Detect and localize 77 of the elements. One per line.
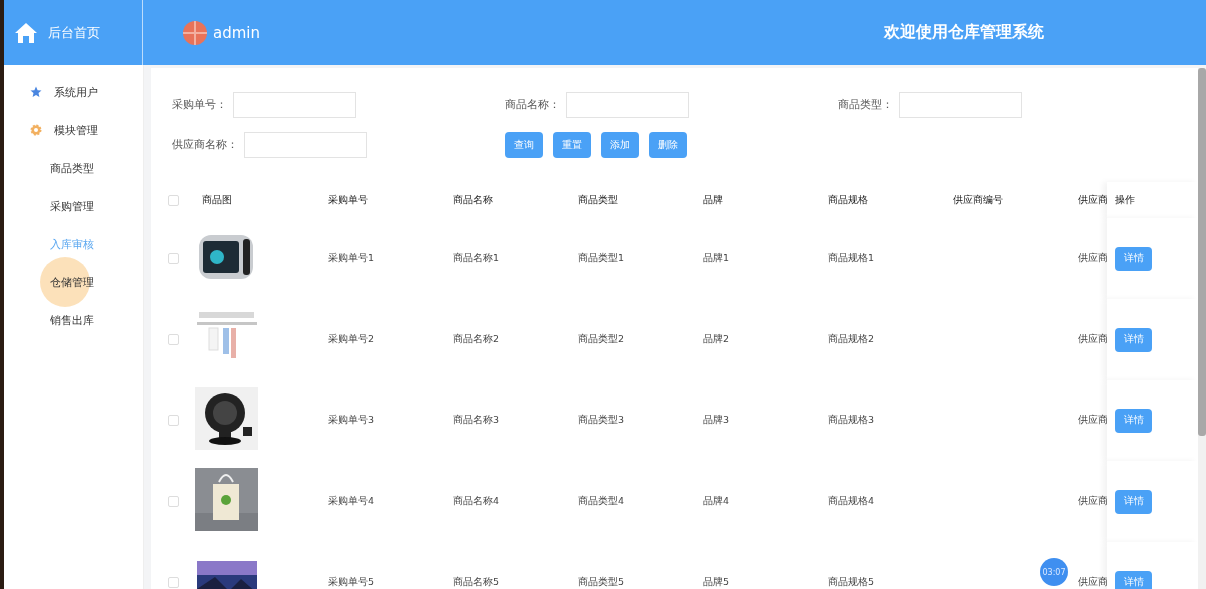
- table-cell-text: 采购单号4: [327, 495, 376, 508]
- menu-item[interactable]: 采购管理: [4, 187, 143, 225]
- table-cell-text: 商品类型1: [577, 252, 626, 265]
- action-button[interactable]: 添加: [601, 132, 639, 158]
- table-cell-text: 商品规格5: [827, 576, 876, 589]
- table-cell-text: 采购单号2: [327, 333, 376, 346]
- checkbox[interactable]: [168, 194, 179, 206]
- action-button[interactable]: 查询: [505, 132, 543, 158]
- column-header: 商品规格: [827, 193, 869, 207]
- table-cell-text: 商品规格1: [827, 252, 876, 265]
- table-cell-text: 商品规格3: [827, 414, 876, 427]
- home-icon: [14, 21, 38, 44]
- menu-item[interactable]: 商品类型: [4, 149, 143, 187]
- column-header: 供应商: [1077, 193, 1107, 207]
- table-cell-text: 供应商: [1077, 576, 1107, 589]
- detail-button[interactable]: 详情: [1115, 327, 1152, 352]
- table-cell-text: 商品类型3: [577, 414, 626, 427]
- table-cell-text: 品牌4: [702, 495, 731, 508]
- table-cell-text: 采购单号5: [327, 576, 376, 589]
- star-icon: [30, 86, 42, 98]
- table-cell-text: 商品规格4: [827, 495, 876, 508]
- menu-item[interactable]: 仓储管理: [4, 263, 143, 301]
- menu-item[interactable]: 系统用户: [4, 73, 143, 111]
- column-header: 商品图: [201, 193, 233, 207]
- table-cell-text: 供应商: [1077, 495, 1107, 508]
- checkbox[interactable]: [168, 415, 179, 426]
- table-cell-text: 商品类型5: [577, 576, 626, 589]
- filter-label: 采购单号：: [172, 98, 227, 112]
- table-cell-text: 品牌1: [702, 252, 731, 265]
- table-cell-text: 商品名称2: [452, 333, 501, 346]
- avatar: [183, 20, 207, 45]
- table-cell-text: 供应商: [1077, 333, 1107, 346]
- detail-button[interactable]: 详情: [1115, 246, 1152, 271]
- table-cell-text: 采购单号1: [327, 252, 376, 265]
- table-cell-text: 商品名称5: [452, 576, 501, 589]
- action-button[interactable]: 删除: [649, 132, 687, 158]
- input-field[interactable]: [899, 92, 1022, 118]
- system-title: 欢迎使用仓库管理系统: [884, 22, 1044, 43]
- input-field[interactable]: [233, 92, 356, 118]
- column-header: 供应商编号: [952, 193, 1004, 207]
- table-cell-text: 商品类型4: [577, 495, 626, 508]
- column-header: 商品名称: [452, 193, 494, 207]
- filter-label: 商品名称：: [505, 98, 560, 112]
- table-cell-text: 商品名称4: [452, 495, 501, 508]
- table-cell-text: 品牌3: [702, 414, 731, 427]
- user-name: admin: [213, 23, 260, 42]
- menu-item[interactable]: 入库审核: [4, 225, 143, 263]
- column-header: 采购单号: [327, 193, 369, 207]
- filter-label: 商品类型：: [838, 98, 893, 112]
- gear-icon: [30, 124, 42, 136]
- table-cell-text: 品牌2: [702, 333, 731, 346]
- detail-button[interactable]: 详情: [1115, 570, 1152, 589]
- detail-button[interactable]: 详情: [1115, 408, 1152, 433]
- table-cell-text: 供应商: [1077, 252, 1107, 265]
- home-link[interactable]: 后台首页: [48, 23, 100, 42]
- table-cell-text: 商品类型2: [577, 333, 626, 346]
- table-cell-text: 商品名称1: [452, 252, 501, 265]
- input-field[interactable]: [566, 92, 689, 118]
- scrollbar[interactable]: [1198, 68, 1206, 589]
- column-header: 商品类型: [577, 193, 619, 207]
- menu-item[interactable]: 模块管理: [4, 111, 143, 149]
- menu-item[interactable]: 销售出库: [4, 301, 143, 339]
- table-cell-text: 商品规格2: [827, 333, 876, 346]
- detail-button[interactable]: 详情: [1115, 489, 1152, 514]
- action-button[interactable]: 重置: [553, 132, 591, 158]
- table-cell-text: 商品名称3: [452, 414, 501, 427]
- input-field[interactable]: [244, 132, 367, 158]
- filter-label: 供应商名称：: [172, 138, 238, 152]
- checkbox[interactable]: [168, 496, 179, 507]
- column-header: 品牌: [702, 193, 724, 207]
- checkbox[interactable]: [168, 253, 179, 264]
- table-cell-text: 供应商: [1077, 414, 1107, 427]
- table-cell-text: 采购单号3: [327, 414, 376, 427]
- column-header: 操作: [1115, 193, 1135, 207]
- table-cell-text: 品牌5: [702, 576, 731, 589]
- checkbox[interactable]: [168, 334, 179, 345]
- checkbox[interactable]: [168, 577, 179, 588]
